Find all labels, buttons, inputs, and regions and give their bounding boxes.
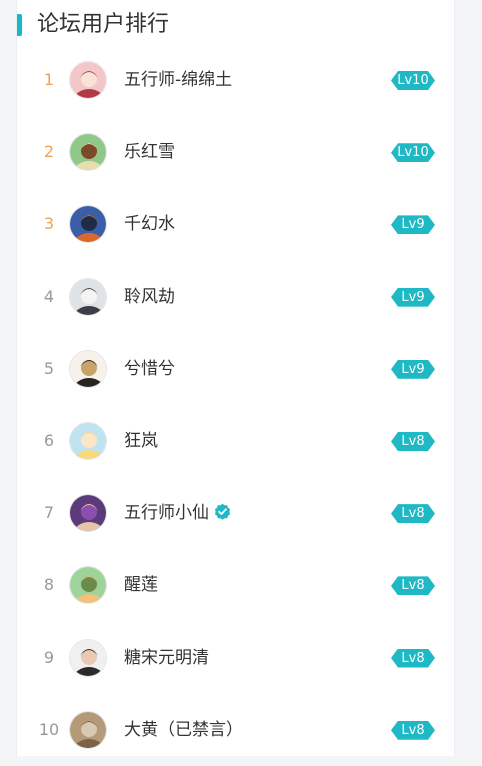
user-name[interactable]: 五行师小仙 bbox=[124, 502, 231, 526]
rank-number: 10 bbox=[38, 719, 60, 739]
panel-title: 论坛用户排行 bbox=[37, 12, 170, 37]
level-badge: Lv9 bbox=[391, 287, 435, 307]
level-badge: Lv8 bbox=[391, 431, 435, 451]
user-name-text: 乐红雪 bbox=[124, 142, 175, 163]
user-name-text: 狂岚 bbox=[124, 430, 158, 451]
user-avatar[interactable] bbox=[69, 638, 107, 677]
user-name-text: 糖宋元明清 bbox=[124, 647, 209, 668]
rank-number: 8 bbox=[43, 575, 55, 595]
user-name[interactable]: 五行师-绵绵土 bbox=[124, 69, 232, 91]
level-badge: Lv8 bbox=[391, 576, 435, 596]
user-name[interactable]: 醒莲 bbox=[124, 574, 158, 596]
user-name[interactable]: 千幻水 bbox=[124, 213, 175, 235]
rank-number: 6 bbox=[43, 430, 55, 450]
rank-number: 9 bbox=[43, 647, 55, 667]
ranking-row[interactable]: 2 乐红雪 Lv10 bbox=[17, 116, 454, 188]
user-avatar[interactable] bbox=[69, 277, 107, 316]
ranking-row[interactable]: 8 醒莲 Lv8 bbox=[17, 549, 454, 621]
header-accent-bar bbox=[17, 14, 22, 36]
ranking-row[interactable]: 6 狂岚 Lv8 bbox=[17, 405, 454, 477]
user-name[interactable]: 乐红雪 bbox=[124, 141, 175, 163]
user-name[interactable]: 聆风劫 bbox=[124, 286, 175, 308]
verified-badge-icon bbox=[214, 503, 231, 526]
rank-number: 2 bbox=[43, 142, 55, 162]
user-name[interactable]: 大黄（已禁言） bbox=[124, 719, 243, 741]
rank-number: 7 bbox=[43, 503, 55, 523]
user-avatar[interactable] bbox=[69, 494, 107, 533]
ranking-row[interactable]: 3 千幻水 Lv9 bbox=[17, 188, 454, 260]
user-name-text: 醒莲 bbox=[124, 575, 158, 596]
user-name[interactable]: 狂岚 bbox=[124, 430, 158, 452]
user-name-text: 聆风劫 bbox=[124, 286, 175, 307]
level-badge: Lv10 bbox=[391, 143, 435, 163]
user-name-text: 兮惜兮 bbox=[124, 358, 175, 379]
rank-number: 3 bbox=[43, 214, 55, 234]
user-name[interactable]: 糖宋元明清 bbox=[124, 647, 209, 669]
user-name-text: 大黄（已禁言） bbox=[124, 719, 243, 740]
ranking-row[interactable]: 1 五行师-绵绵土 Lv10 bbox=[17, 44, 454, 116]
level-badge: Lv8 bbox=[391, 504, 435, 524]
user-avatar[interactable] bbox=[69, 133, 107, 172]
user-name[interactable]: 兮惜兮 bbox=[124, 358, 175, 380]
level-badge: Lv9 bbox=[391, 359, 435, 379]
user-avatar[interactable] bbox=[69, 710, 107, 749]
ranking-row[interactable]: 7 五行师小仙 Lv8 bbox=[17, 477, 454, 549]
rank-number: 1 bbox=[43, 70, 55, 89]
ranking-row[interactable]: 4 聆风劫 Lv9 bbox=[17, 261, 454, 333]
level-badge: Lv10 bbox=[391, 71, 435, 90]
user-avatar[interactable] bbox=[69, 566, 107, 605]
user-name-text: 千幻水 bbox=[124, 214, 175, 235]
user-ranking-panel: 论坛用户排行 1 五行师-绵绵土 Lv10 2 乐红雪 Lv10 3 千幻水 Lv9 4 聆风劫 Lv… bbox=[16, 0, 455, 756]
ranking-list: 1 五行师-绵绵土 Lv10 2 乐红雪 Lv10 3 千幻水 Lv9 4 聆风劫 Lv9 5 兮惜兮 Lv… bbox=[17, 44, 454, 766]
user-name-text: 五行师小仙 bbox=[124, 503, 209, 524]
ranking-row[interactable]: 10 大黄（已禁言） Lv8 bbox=[17, 694, 454, 766]
user-avatar[interactable] bbox=[69, 205, 107, 244]
user-avatar[interactable] bbox=[69, 61, 107, 99]
ranking-row[interactable]: 5 兮惜兮 Lv9 bbox=[17, 333, 454, 405]
panel-header: 论坛用户排行 bbox=[17, 10, 454, 42]
user-avatar[interactable] bbox=[69, 421, 107, 460]
ranking-row[interactable]: 9 糖宋元明清 Lv8 bbox=[17, 622, 454, 694]
level-badge: Lv8 bbox=[391, 720, 435, 740]
rank-number: 4 bbox=[43, 286, 55, 306]
level-badge: Lv8 bbox=[391, 648, 435, 668]
user-avatar[interactable] bbox=[69, 349, 107, 388]
level-badge: Lv9 bbox=[391, 215, 435, 235]
user-name-text: 五行师-绵绵土 bbox=[124, 70, 233, 90]
rank-number: 5 bbox=[43, 358, 55, 378]
